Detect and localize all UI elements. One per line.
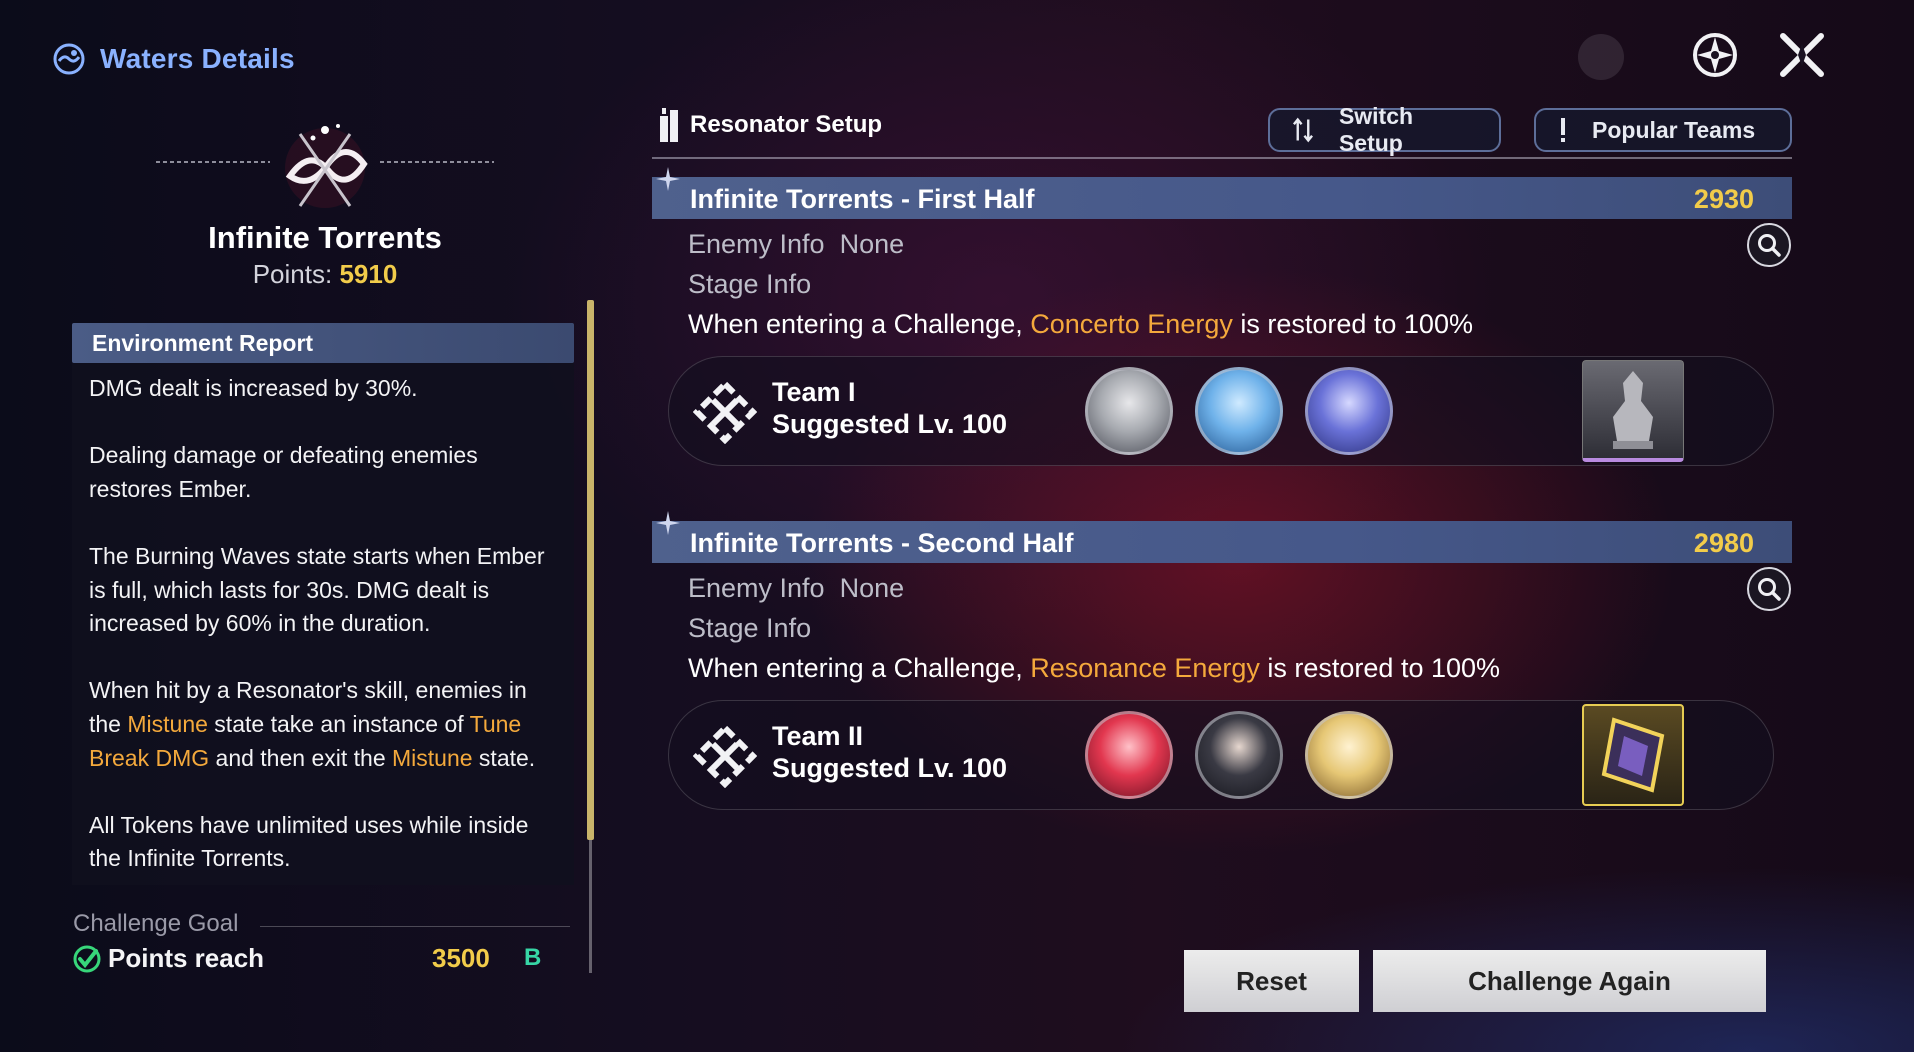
desc-fragment: When entering a Challenge, [688, 309, 1031, 339]
settings-icon [1693, 33, 1737, 77]
echo-item[interactable] [1582, 360, 1684, 462]
enemy-search-button[interactable] [1747, 567, 1791, 611]
reset-button[interactable]: Reset [1184, 950, 1359, 1012]
resonator-avatar[interactable] [1305, 367, 1393, 455]
stage-header-second-half: Infinite Torrents - Second Half 2980 [652, 511, 1792, 563]
popular-teams-label: Popular Teams [1592, 116, 1756, 143]
team-icon [693, 380, 757, 444]
team-panel[interactable]: Team I Suggested Lv. 100 [668, 356, 1774, 466]
challenge-goal-label: Challenge Goal [73, 910, 239, 937]
switch-icon [1292, 117, 1314, 143]
window-title: Waters Details [52, 42, 295, 76]
echo-item[interactable] [1582, 704, 1684, 806]
env-paragraph: When hit by a Resonator's skill, enemies… [89, 674, 565, 775]
hidden-indicator [1578, 34, 1624, 80]
stage-description: When entering a Challenge, Concerto Ener… [688, 309, 1473, 340]
team-icon [693, 724, 757, 788]
exclamation-icon [1561, 118, 1565, 142]
points-value: 5910 [339, 259, 398, 289]
waters-icon [53, 43, 85, 75]
keyword-concerto-energy: Concerto Energy [1030, 309, 1233, 339]
divider [260, 926, 570, 927]
points-label: Points: [252, 259, 340, 289]
keyword-resonance-energy: Resonance Energy [1030, 653, 1260, 683]
keyword-mistune: Mistune [127, 710, 208, 737]
stage-header-first-half: Infinite Torrents - First Half 2930 [652, 167, 1792, 219]
close-button[interactable] [1775, 28, 1829, 82]
resonator-avatar[interactable] [1305, 711, 1393, 799]
env-paragraph: The Burning Waves state starts when Embe… [89, 542, 545, 637]
level-points: Points: 5910 [100, 259, 550, 290]
resonator-avatar[interactable] [1195, 711, 1283, 799]
env-text-fragment: state. [472, 744, 536, 771]
env-paragraph: Dealing damage or defeating enemies rest… [89, 442, 478, 502]
desc-fragment: When entering a Challenge, [688, 653, 1031, 683]
resonator-setup-header: Resonator Setup [658, 106, 882, 144]
stage-score: 2930 [1693, 184, 1754, 214]
stage-name: Infinite Torrents - First Half [690, 184, 1035, 214]
goal-text: Points reach [108, 943, 265, 973]
popular-teams-button[interactable]: Popular Teams [1534, 108, 1792, 152]
resonator-icon [660, 108, 678, 142]
team-suggested-level: Suggested Lv. 100 [772, 409, 1008, 439]
stage-name: Infinite Torrents - Second Half [690, 528, 1074, 558]
bust-icon [1613, 371, 1653, 449]
enemy-info-label: Enemy Info [688, 229, 825, 259]
settings-button[interactable] [1688, 28, 1742, 82]
environment-report-header: Environment Report [72, 323, 574, 363]
goal-rank-badge: B [524, 944, 542, 971]
env-paragraph: DMG dealt is increased by 30%. [89, 375, 418, 401]
environment-report-text: DMG dealt is increased by 30%. Dealing d… [89, 372, 565, 876]
resonator-avatar[interactable] [1195, 367, 1283, 455]
challenge-again-button[interactable]: Challenge Again [1373, 950, 1766, 1012]
stage-info-label: Stage Info [688, 269, 812, 299]
level-name: Infinite Torrents [208, 220, 442, 255]
goal-value: 3500 [432, 943, 490, 973]
resonator-setup-label: Resonator Setup [690, 111, 883, 138]
env-text-fragment: state take an instance of [207, 710, 470, 737]
check-icon [73, 945, 101, 973]
page-title: Waters Details [100, 43, 295, 74]
keyword-mistune: Mistune [392, 744, 473, 771]
env-text-fragment: and then exit the [209, 744, 392, 771]
stage-info-label: Stage Info [688, 613, 812, 643]
switch-setup-label: Switch Setup [1338, 103, 1414, 156]
divider [652, 157, 1792, 159]
desc-fragment: is restored to 100% [1232, 309, 1473, 339]
enemy-search-button[interactable] [1747, 223, 1791, 267]
sparkle-icon [656, 167, 680, 191]
close-icon [1780, 33, 1824, 77]
mirror-icon [1601, 717, 1665, 793]
stage-score: 2980 [1693, 528, 1754, 558]
enemy-info-value: None [839, 573, 905, 603]
env-paragraph: All Tokens have unlimited uses while ins… [89, 811, 529, 872]
switch-setup-button[interactable]: Switch Setup [1268, 103, 1501, 156]
team-suggested-level: Suggested Lv. 100 [772, 753, 1008, 783]
level-emblem [156, 124, 494, 208]
team-name: Team II [772, 721, 864, 751]
sparkle-icon [656, 511, 680, 535]
environment-report-title: Environment Report [92, 330, 314, 356]
search-icon [1758, 578, 1781, 601]
resonator-avatar[interactable] [1085, 367, 1173, 455]
team-panel[interactable]: Team II Suggested Lv. 100 [668, 700, 1774, 810]
enemy-info: Enemy Info None [688, 229, 904, 260]
enemy-info-value: None [839, 229, 905, 259]
team-name: Team I [772, 377, 856, 407]
search-icon [1758, 234, 1781, 257]
enemy-info: Enemy Info None [688, 573, 904, 604]
resonator-avatar[interactable] [1085, 711, 1173, 799]
desc-fragment: is restored to 100% [1259, 653, 1501, 683]
scrollbar-thumb[interactable] [587, 300, 594, 840]
stage-description: When entering a Challenge, Resonance Ene… [688, 653, 1500, 684]
enemy-info-label: Enemy Info [688, 573, 825, 603]
